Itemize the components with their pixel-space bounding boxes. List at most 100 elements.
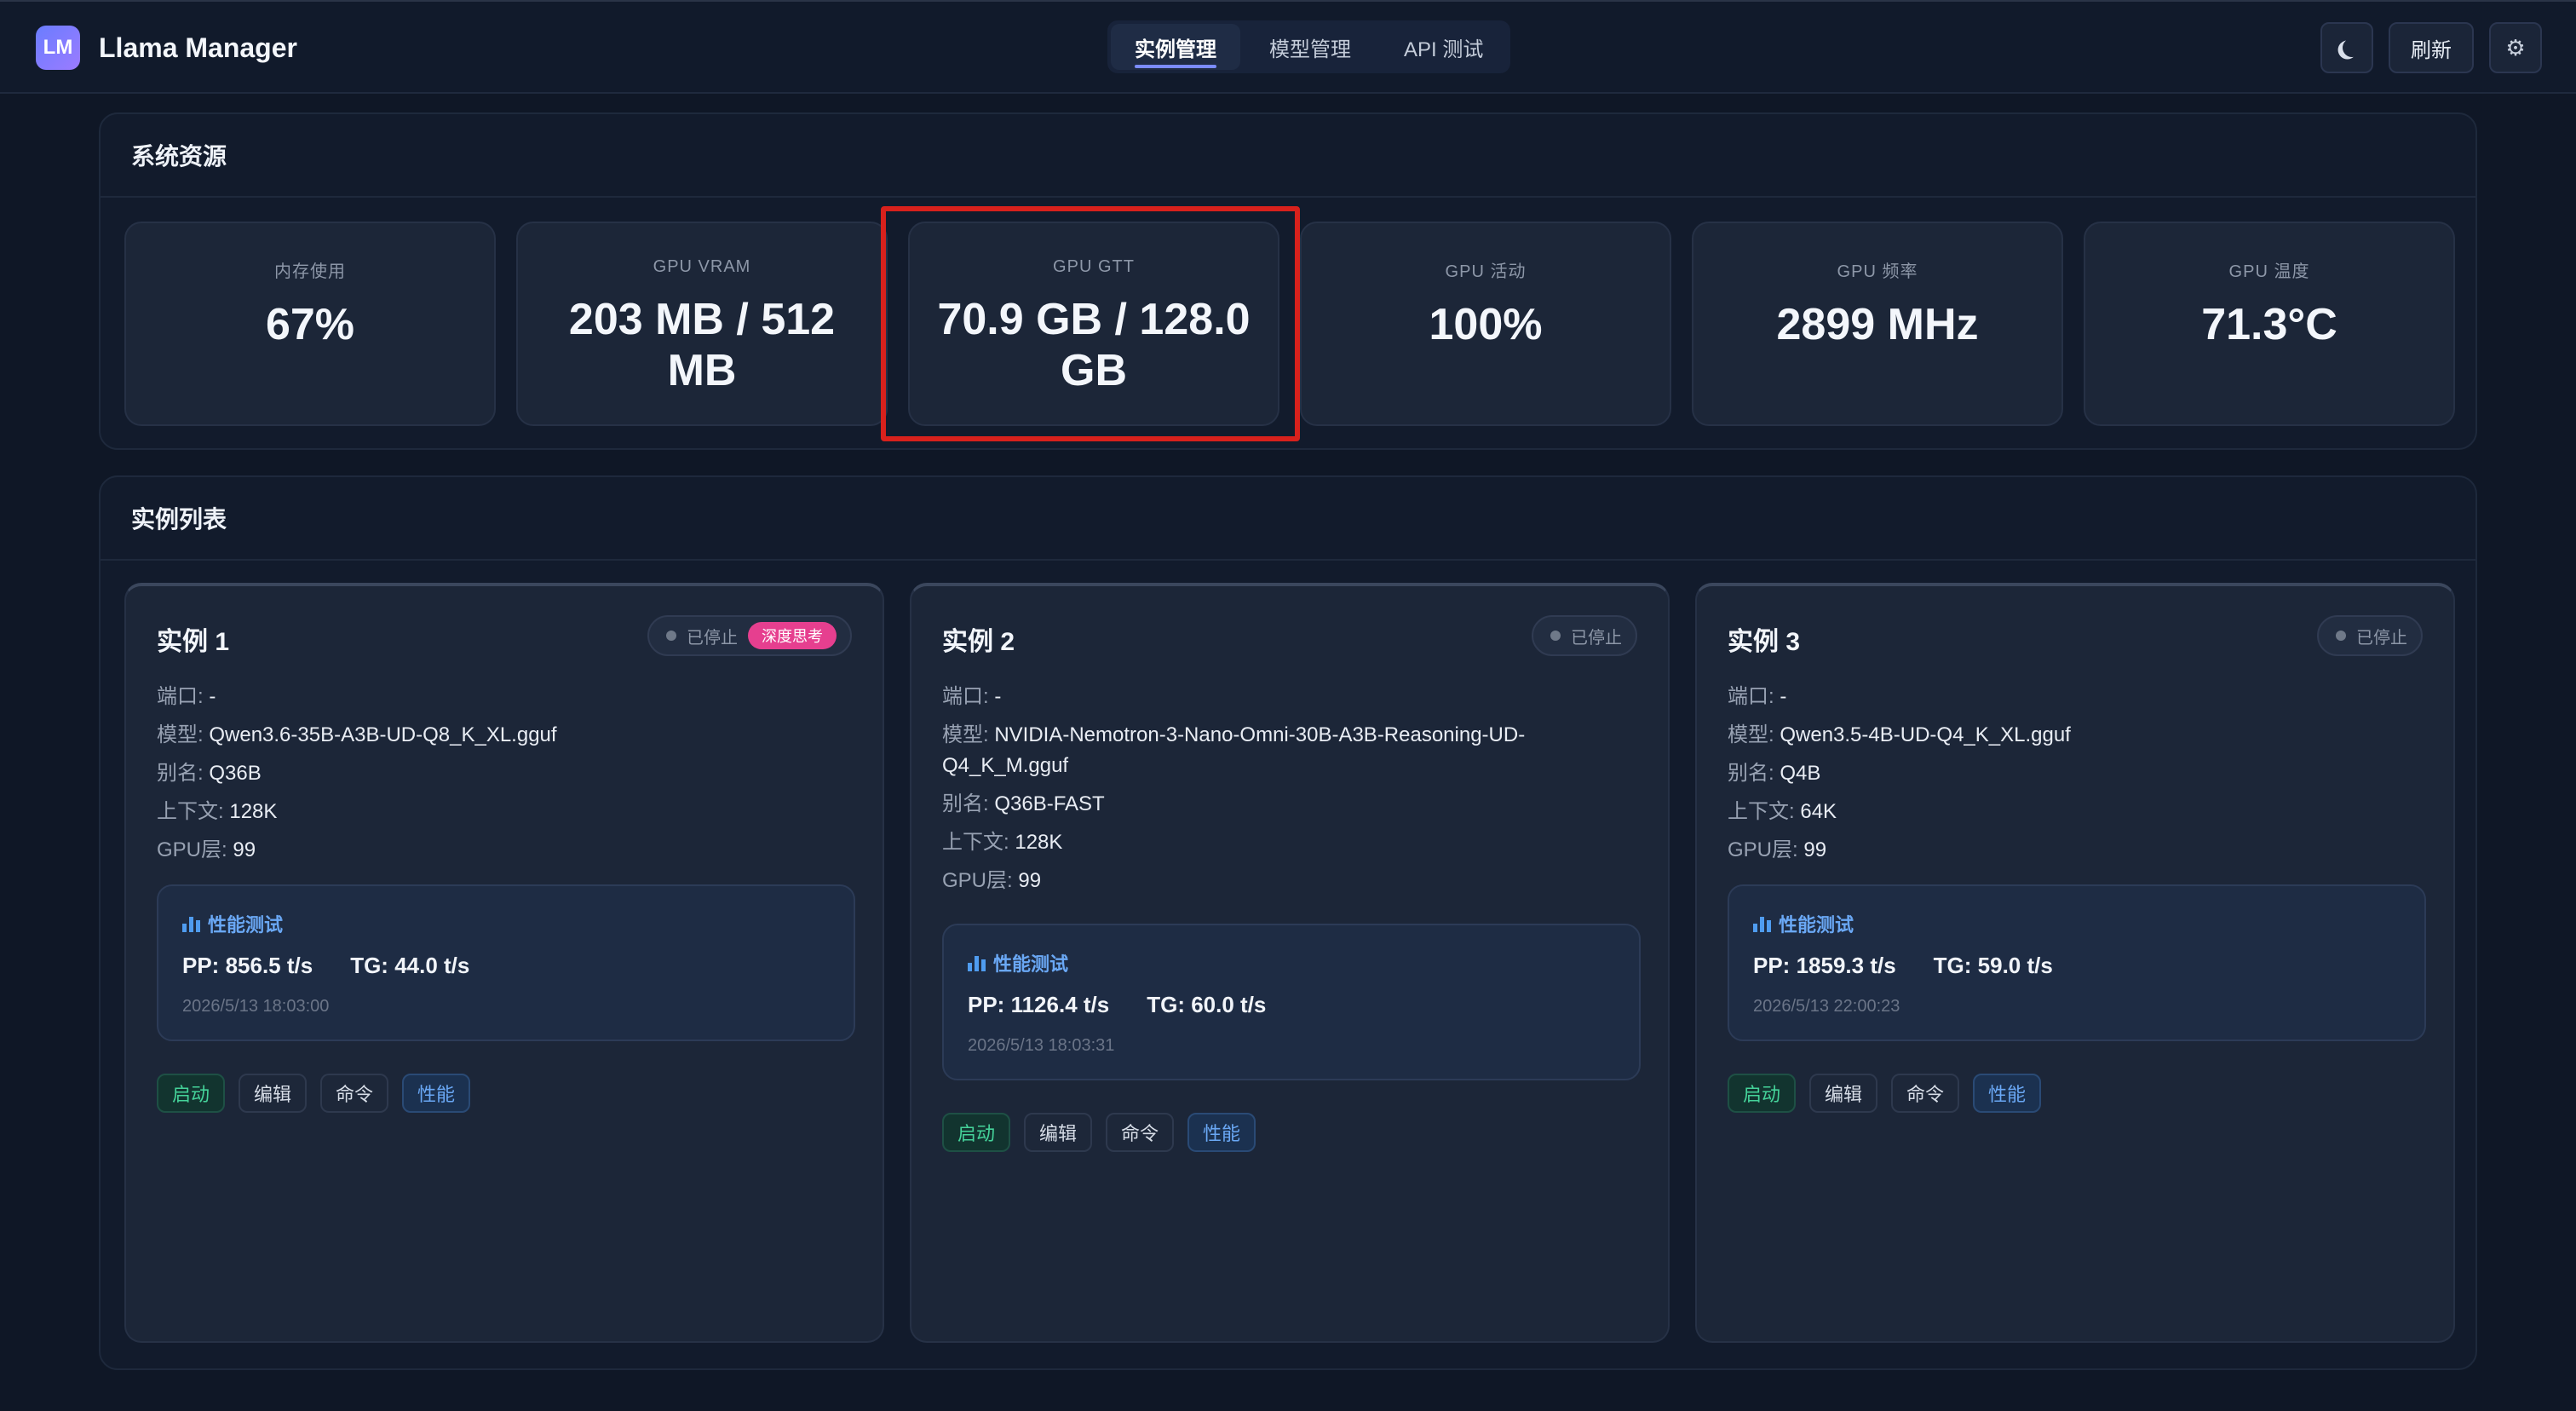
perf-test-box: 性能测试 PP: 856.5 t/s TG: 44.0 t/s 2026/5/13… xyxy=(157,884,855,1041)
start-button[interactable]: 启动 xyxy=(1728,1074,1797,1113)
instance-info: 端口: - 模型: NVIDIA-Nemotron-3-Nano-Omni-30… xyxy=(942,682,1641,904)
deep-thinking-tag: 深度思考 xyxy=(748,622,837,649)
instance-name: 实例 3 xyxy=(1728,628,1801,656)
header-actions: 刷新 ⚙ xyxy=(2320,22,2542,73)
port-row: 端口: - xyxy=(1728,685,1787,708)
perf-timestamp: 2026/5/13 18:03:31 xyxy=(968,1036,1115,1055)
status-text: 已停止 xyxy=(2356,628,2407,648)
model-row: 模型: Qwen3.6-35B-A3B-UD-Q8_K_XL.gguf xyxy=(157,723,557,746)
command-button[interactable]: 命令 xyxy=(320,1074,389,1113)
stat-value: 67% xyxy=(265,300,355,349)
instance-info: 端口: - 模型: Qwen3.5-4B-UD-Q4_K_XL.gguf 别名:… xyxy=(1728,682,2426,873)
system-resources-panel: 系统资源 内存使用 67% GPU VRAM 203 MB / 512 MB G… xyxy=(99,112,2477,450)
settings-button[interactable]: ⚙ xyxy=(2489,22,2542,73)
instance-name: 实例 1 xyxy=(157,628,230,656)
brand: LM Llama Manager xyxy=(36,26,297,70)
stat-label: GPU 温度 xyxy=(2228,262,2310,281)
stat-value: 71.3°C xyxy=(2201,300,2337,349)
stat-label: GPU VRAM xyxy=(653,257,751,276)
status-badge: 已停止 深度思考 xyxy=(647,615,852,656)
stat-label: 内存使用 xyxy=(274,262,346,281)
perf-values: PP: 856.5 t/s TG: 44.0 t/s xyxy=(182,953,470,978)
tab-model-management[interactable]: 模型管理 xyxy=(1245,24,1375,70)
stat-card-gpu-frequency: GPU 频率 2899 MHz xyxy=(1692,222,2063,426)
perf-values: PP: 1126.4 t/s TG: 60.0 t/s xyxy=(968,992,1267,1017)
perf-test-box: 性能测试 PP: 1859.3 t/s TG: 59.0 t/s 2026/5/1… xyxy=(1728,884,2426,1041)
theme-toggle-button[interactable] xyxy=(2320,22,2373,73)
stat-value: 203 MB / 512 MB xyxy=(568,295,836,395)
command-button[interactable]: 命令 xyxy=(1891,1074,1960,1113)
instance-card: 实例 2 已停止 端口: - 模型: NVIDIA-Nemotron-3-Nan… xyxy=(910,583,1670,1343)
instance-actions: 启动 编辑 命令 性能 xyxy=(942,1113,1256,1152)
context-row: 上下文: 128K xyxy=(157,800,278,823)
bar-chart-icon xyxy=(968,954,986,971)
perf-button[interactable]: 性能 xyxy=(402,1074,471,1113)
perf-title: 性能测试 xyxy=(182,910,283,937)
stat-card-memory: 内存使用 67% xyxy=(124,222,496,426)
perf-title: 性能测试 xyxy=(1753,910,1854,937)
start-button[interactable]: 启动 xyxy=(157,1074,226,1113)
main-nav: 实例管理 模型管理 API 测试 xyxy=(1107,20,1511,73)
model-row: 模型: Qwen3.5-4B-UD-Q4_K_XL.gguf xyxy=(1728,723,2071,746)
alias-row: 别名: Q36B xyxy=(157,762,262,785)
port-row: 端口: - xyxy=(942,685,1002,708)
edit-button[interactable]: 编辑 xyxy=(239,1074,308,1113)
app-title: Llama Manager xyxy=(99,32,297,63)
status-badge: 已停止 xyxy=(2317,615,2423,656)
app-logo: LM xyxy=(36,26,80,70)
moon-icon xyxy=(2339,35,2364,60)
gpu-layers-row: GPU层: 99 xyxy=(1728,838,1827,861)
status-dot-icon xyxy=(1550,631,1561,641)
edit-button[interactable]: 编辑 xyxy=(1024,1113,1093,1152)
gear-icon: ⚙ xyxy=(2505,34,2526,60)
edit-button[interactable]: 编辑 xyxy=(1809,1074,1878,1113)
status-text: 已停止 xyxy=(1571,628,1622,648)
stat-card-gpu-temperature: GPU 温度 71.3°C xyxy=(2084,222,2455,426)
panel-title: 实例列表 xyxy=(101,477,2475,561)
instance-actions: 启动 编辑 命令 性能 xyxy=(157,1074,471,1113)
context-row: 上下文: 128K xyxy=(942,831,1063,854)
stat-label: GPU GTT xyxy=(1053,257,1135,276)
stat-label: GPU 频率 xyxy=(1837,262,1918,281)
tab-instance-management[interactable]: 实例管理 xyxy=(1111,24,1240,70)
instance-name: 实例 2 xyxy=(942,628,1015,656)
stat-label: GPU 活动 xyxy=(1445,262,1527,281)
context-row: 上下文: 64K xyxy=(1728,800,1837,823)
status-badge: 已停止 xyxy=(1532,615,1637,656)
start-button[interactable]: 启动 xyxy=(942,1113,1011,1152)
panel-title: 系统资源 xyxy=(101,114,2475,198)
perf-title: 性能测试 xyxy=(968,949,1068,976)
perf-timestamp: 2026/5/13 22:00:23 xyxy=(1753,997,1900,1016)
bar-chart-icon xyxy=(182,915,201,932)
gpu-layers-row: GPU层: 99 xyxy=(942,869,1042,892)
stat-value: 100% xyxy=(1429,300,1543,349)
instance-card: 实例 3 已停止 端口: - 模型: Qwen3.5-4B-UD-Q4_K_XL… xyxy=(1695,583,2455,1343)
top-bar: LM Llama Manager 实例管理 模型管理 API 测试 刷新 ⚙ xyxy=(0,0,2576,94)
port-row: 端口: - xyxy=(157,685,216,708)
instance-info: 端口: - 模型: Qwen3.6-35B-A3B-UD-Q8_K_XL.ggu… xyxy=(157,682,855,873)
stat-card-gpu-activity: GPU 活动 100% xyxy=(1300,222,1671,426)
instance-actions: 启动 编辑 命令 性能 xyxy=(1728,1074,2042,1113)
tab-api-test[interactable]: API 测试 xyxy=(1380,24,1507,70)
stat-card-gpu-vram: GPU VRAM 203 MB / 512 MB xyxy=(516,222,888,426)
instance-list-panel: 实例列表 实例 1 已停止 深度思考 端口: - 模型: Qwen3.6-35B… xyxy=(99,475,2477,1370)
refresh-button[interactable]: 刷新 xyxy=(2389,22,2474,73)
perf-test-box: 性能测试 PP: 1126.4 t/s TG: 60.0 t/s 2026/5/1… xyxy=(942,924,1641,1080)
stat-value: 2899 MHz xyxy=(1776,300,1979,349)
alias-row: 别名: Q36B-FAST xyxy=(942,792,1105,815)
perf-button[interactable]: 性能 xyxy=(1187,1113,1256,1152)
perf-values: PP: 1859.3 t/s TG: 59.0 t/s xyxy=(1753,953,2053,978)
stat-value: 70.9 GB / 128.0 GB xyxy=(937,295,1251,395)
instance-card: 实例 1 已停止 深度思考 端口: - 模型: Qwen3.6-35B-A3B-… xyxy=(124,583,884,1343)
command-button[interactable]: 命令 xyxy=(1106,1113,1175,1152)
gpu-layers-row: GPU层: 99 xyxy=(157,838,256,861)
status-dot-icon xyxy=(2336,631,2346,641)
bar-chart-icon xyxy=(1753,915,1772,932)
status-text: 已停止 xyxy=(687,628,738,648)
perf-button[interactable]: 性能 xyxy=(1973,1074,2042,1113)
model-row: 模型: NVIDIA-Nemotron-3-Nano-Omni-30B-A3B-… xyxy=(942,723,1526,777)
status-dot-icon xyxy=(666,631,676,641)
perf-timestamp: 2026/5/13 18:03:00 xyxy=(182,997,330,1016)
stat-card-gpu-gtt: GPU GTT 70.9 GB / 128.0 GB xyxy=(908,222,1279,426)
alias-row: 别名: Q4B xyxy=(1728,762,1821,785)
